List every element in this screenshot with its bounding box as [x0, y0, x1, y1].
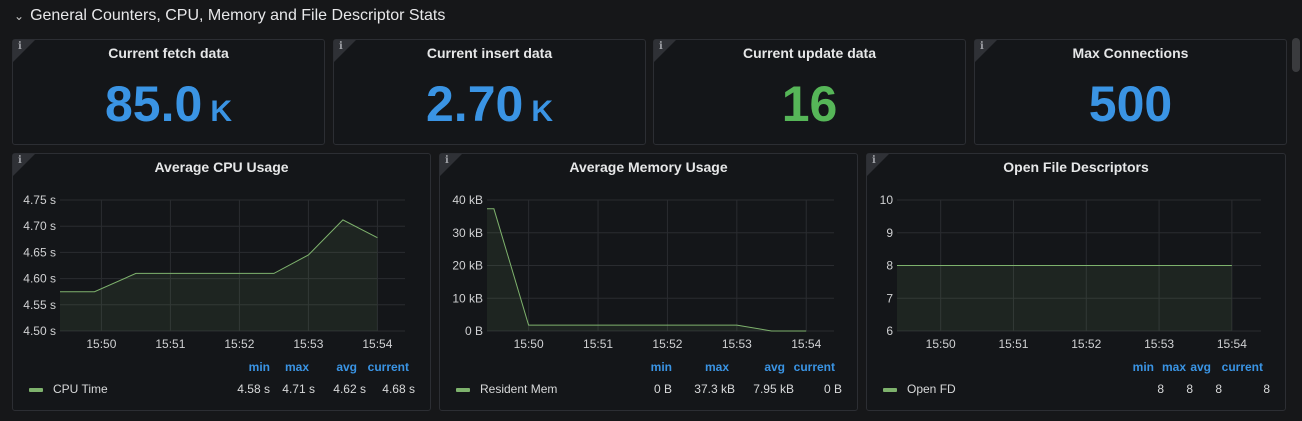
- series-area: [897, 265, 1232, 331]
- y-tick-label: 4.70 s: [23, 219, 56, 233]
- legend-series-name[interactable]: Open FD: [907, 382, 956, 396]
- graph-panel-open-fd[interactable]: i Open File Descriptors 6 7 8 9 10 15:50 15:51…: [866, 153, 1286, 411]
- stat-panel-insert[interactable]: i Current insert data 2.70 K: [333, 39, 646, 145]
- stat-value: 16: [781, 76, 838, 132]
- y-tick-label: 0 B: [465, 324, 483, 338]
- stat-value: 500: [1088, 76, 1173, 132]
- x-tick-label: 15:53: [1144, 337, 1174, 351]
- chart-svg[interactable]: 0 B 10 kB 20 kB 30 kB 40 kB 15:50 15:51 15:52 15…: [440, 154, 859, 354]
- panel-title: Current insert data: [426, 45, 553, 61]
- y-tick-label: 30 kB: [452, 226, 483, 240]
- graph-panel-cpu[interactable]: i Average CPU Usage 4.50 s 4.55 s 4.60 s 4.…: [12, 153, 431, 411]
- legend-swatch[interactable]: [29, 388, 43, 392]
- y-tick-label: 40 kB: [452, 193, 483, 207]
- x-tick-label: 15:54: [362, 337, 392, 351]
- y-tick-label: 4.65 s: [23, 245, 56, 259]
- legend-current-value: 8: [1263, 382, 1270, 396]
- row-title[interactable]: General Counters, CPU, Memory and File D…: [30, 7, 445, 25]
- y-tick-label: 20 kB: [452, 259, 483, 273]
- series-area: [60, 219, 378, 331]
- y-tick-label: 4.50 s: [23, 324, 56, 338]
- legend-current-value: 0 B: [823, 382, 842, 396]
- x-tick-label: 15:52: [1071, 337, 1101, 351]
- legend-header-min[interactable]: min: [238, 360, 270, 374]
- legend-header-current[interactable]: current: [789, 360, 835, 374]
- y-tick-label: 7: [886, 291, 893, 305]
- legend-series-name[interactable]: CPU Time: [53, 382, 108, 396]
- legend-header-max[interactable]: max: [697, 360, 729, 374]
- chart-svg[interactable]: 6 7 8 9 10 15:50 15:51 15:52 15:53 15:54: [867, 154, 1287, 354]
- chevron-down-icon[interactable]: ⌄: [14, 9, 24, 23]
- y-tick-label: 8: [886, 259, 893, 273]
- panel-title: Current update data: [742, 45, 876, 61]
- legend-header-avg[interactable]: avg: [1179, 360, 1211, 374]
- series-line: [487, 208, 807, 332]
- x-tick-label: 15:50: [514, 337, 544, 351]
- legend-header-current[interactable]: current: [363, 360, 409, 374]
- x-tick-label: 15:52: [652, 337, 682, 351]
- legend-series-name[interactable]: Resident Mem: [480, 382, 557, 396]
- legend-min-value: 0 B: [653, 382, 672, 396]
- y-tick-label: 10: [880, 193, 894, 207]
- legend-current-value: 4.68 s: [382, 382, 415, 396]
- stat-value: 85.0 K: [105, 76, 232, 132]
- legend-header-avg[interactable]: avg: [325, 360, 357, 374]
- panel-title: Current fetch data: [108, 45, 229, 61]
- x-tick-label: 15:50: [86, 337, 116, 351]
- legend-max-value: 4.71 s: [282, 382, 315, 396]
- x-tick-label: 15:50: [926, 337, 956, 351]
- x-tick-label: 15:53: [722, 337, 752, 351]
- legend-header-avg[interactable]: avg: [753, 360, 785, 374]
- scrollbar[interactable]: [1292, 38, 1300, 72]
- panel-title: Max Connections: [1072, 45, 1189, 61]
- y-tick-label: 9: [886, 226, 893, 240]
- legend-header-min[interactable]: min: [640, 360, 672, 374]
- stat-panel-update[interactable]: i Current update data 16: [653, 39, 966, 145]
- x-tick-label: 15:52: [224, 337, 254, 351]
- row-header[interactable]: ⌄ General Counters, CPU, Memory and File…: [14, 6, 445, 26]
- x-tick-label: 15:53: [293, 337, 323, 351]
- legend-header-min[interactable]: min: [1122, 360, 1154, 374]
- stat-panel-max-connections[interactable]: i Max Connections 500: [974, 39, 1287, 145]
- y-tick-label: 4.55 s: [23, 298, 56, 312]
- legend-header-max[interactable]: max: [277, 360, 309, 374]
- series-area: [487, 208, 807, 331]
- y-tick-label: 4.60 s: [23, 272, 56, 286]
- x-tick-label: 15:51: [155, 337, 185, 351]
- chart-svg[interactable]: 4.50 s 4.55 s 4.60 s 4.65 s 4.70 s 4.75 s 15:5…: [13, 154, 432, 354]
- legend-header-current[interactable]: current: [1217, 360, 1263, 374]
- y-tick-label: 6: [886, 324, 893, 338]
- x-tick-label: 15:51: [998, 337, 1028, 351]
- stat-panel-fetch[interactable]: i Current fetch data 85.0 K: [12, 39, 325, 145]
- x-tick-label: 15:54: [791, 337, 821, 351]
- stat-value: 2.70 K: [426, 76, 553, 132]
- x-tick-label: 15:54: [1217, 337, 1247, 351]
- legend-swatch[interactable]: [456, 388, 470, 392]
- graph-panel-memory[interactable]: i Average Memory Usage 0 B 10 kB 20 kB 30 k…: [439, 153, 858, 411]
- legend-swatch[interactable]: [883, 388, 897, 392]
- y-tick-label: 10 kB: [452, 291, 483, 305]
- legend-max-value: 37.3 kB: [694, 382, 735, 396]
- y-tick-label: 4.75 s: [23, 193, 56, 207]
- x-tick-label: 15:51: [583, 337, 613, 351]
